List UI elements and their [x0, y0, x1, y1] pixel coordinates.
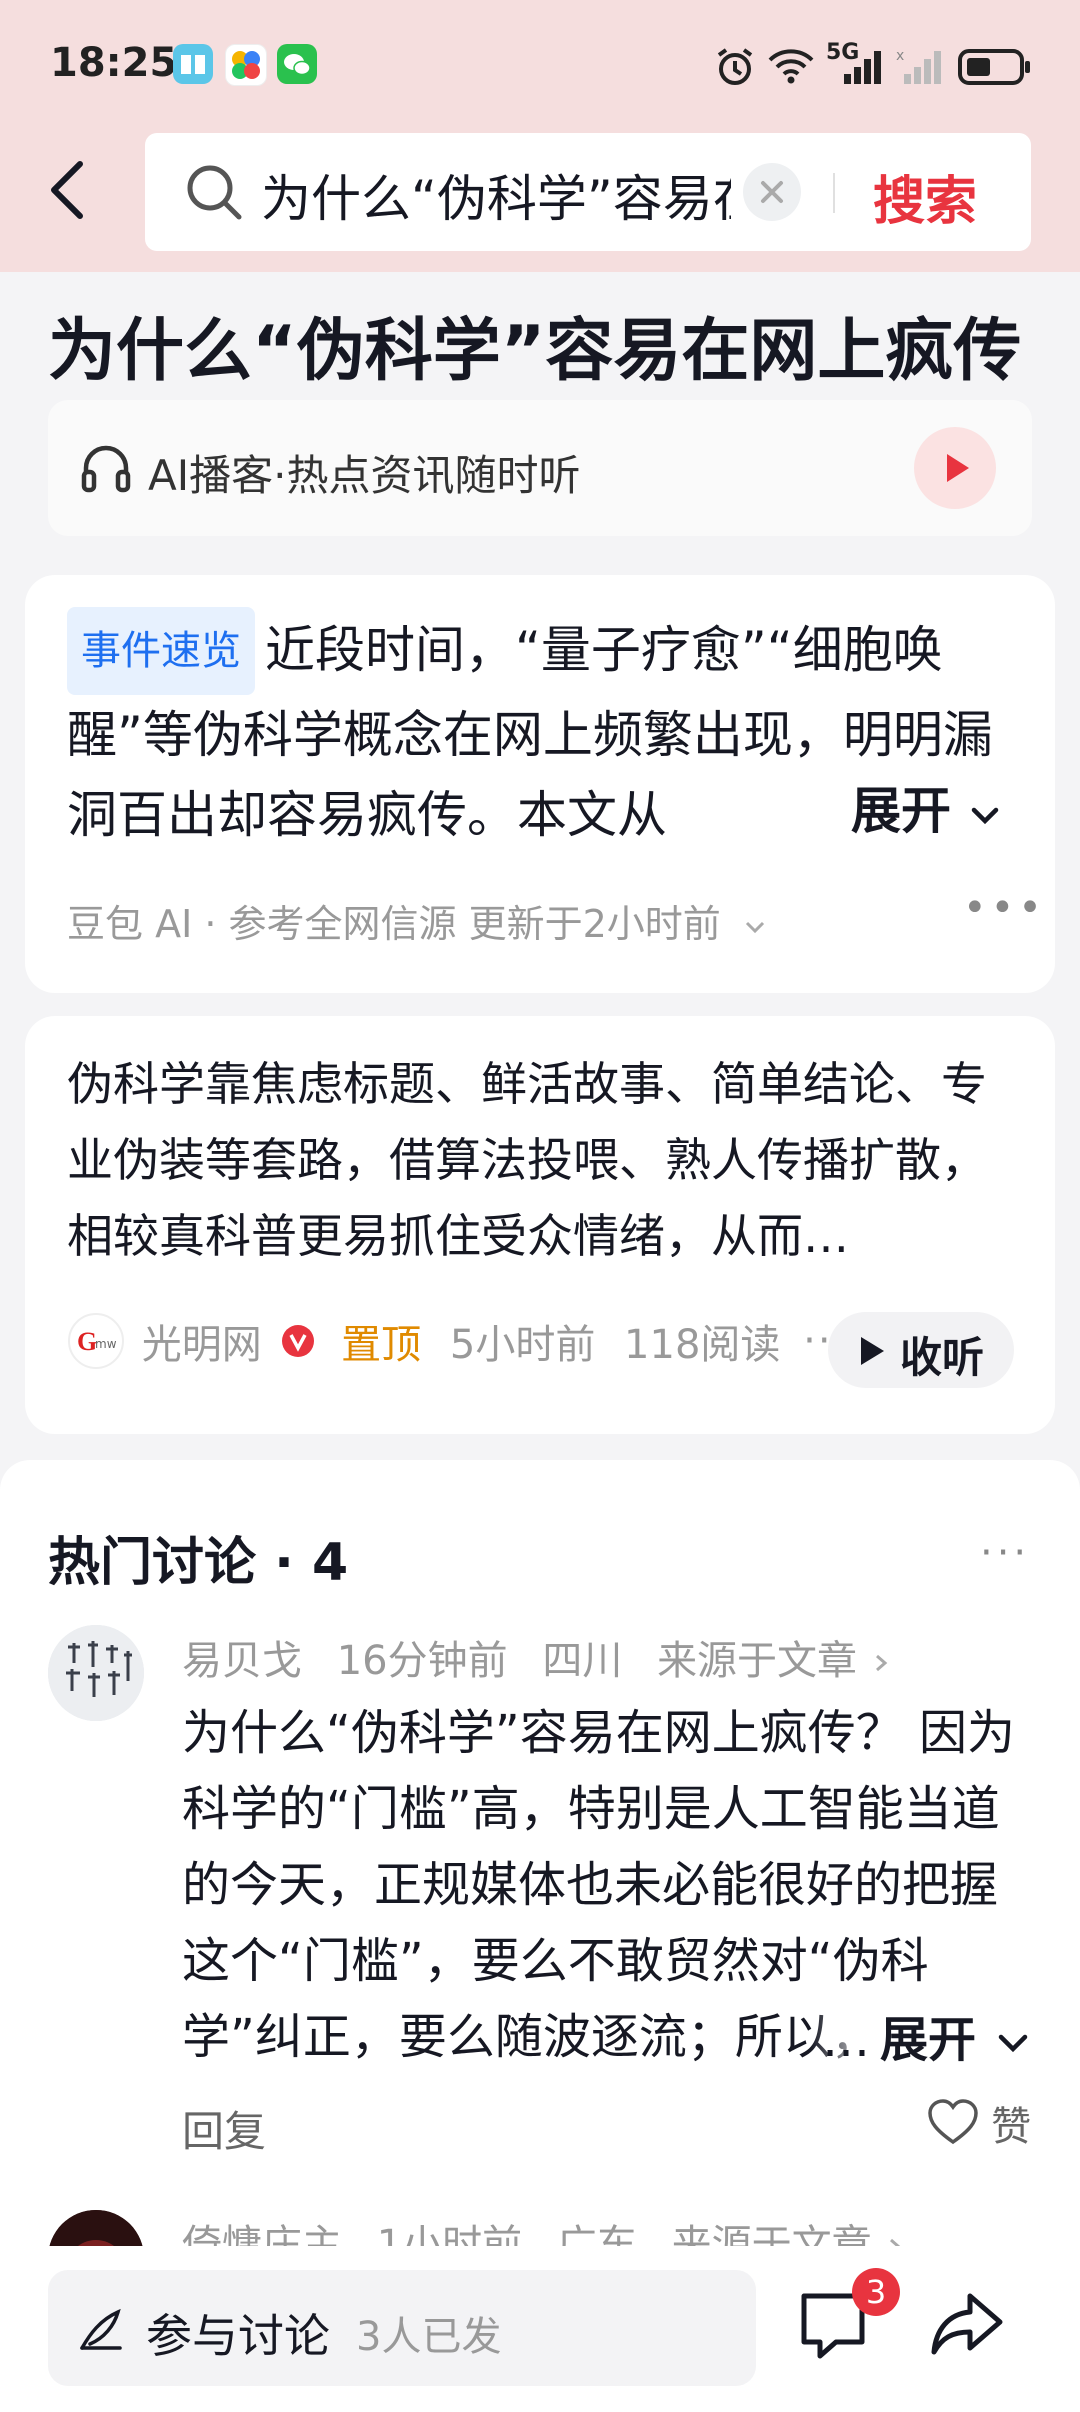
- podcast-label: AI播客·热点资讯随时听: [148, 451, 581, 500]
- reader-app-icon: [173, 44, 213, 84]
- battery-icon: [958, 49, 1030, 85]
- event-tag: 事件速览: [67, 607, 255, 695]
- podcast-play-button[interactable]: [914, 427, 996, 509]
- chevron-down-icon: [745, 921, 764, 933]
- top-header: 18:25 5G x 为什么“伪科学”容易 搜索: [0, 0, 1080, 272]
- headphones-icon: [81, 445, 131, 493]
- pen-icon: [80, 2308, 122, 2350]
- listen-button[interactable]: 收听: [828, 1312, 1014, 1388]
- comment-user[interactable]: 易贝戈: [182, 1638, 302, 1684]
- discussion-title: 热门讨论 · 4: [48, 1533, 349, 1593]
- chevron-right-icon: [875, 1654, 888, 1672]
- article-time: 5小时前: [449, 1322, 596, 1368]
- close-icon: [761, 181, 783, 203]
- wechat-icon: [277, 44, 317, 84]
- comment-expand-label: 展开: [880, 2012, 977, 2068]
- discussion-count: 3人已发: [356, 2314, 502, 2360]
- comment-ellipsis: …: [822, 2012, 870, 2068]
- signal-icon: [844, 51, 881, 84]
- reply-button[interactable]: 回复: [182, 2098, 266, 2159]
- comment-location: 四川: [542, 1638, 623, 1684]
- event-expand-label: 展开: [851, 782, 951, 840]
- chevron-down-icon: [972, 807, 999, 824]
- article-summary: 伪科学靠焦虑标题、鲜活故事、简单结论、专业伪装等套路，借算法投喂、熟人传播扩散，…: [67, 1057, 987, 1263]
- search-divider: [833, 173, 835, 213]
- search-icon: [187, 165, 242, 220]
- search-input[interactable]: 为什么“伪科学”容易在网上疯传: [261, 159, 731, 231]
- chevron-down-icon: [998, 2034, 1027, 2053]
- ai-podcast-bar[interactable]: AI播客·热点资讯随时听: [48, 400, 1032, 536]
- event-meta-text: 豆包 AI · 参考全网信源 更新于2小时前: [67, 902, 721, 946]
- back-arrow-icon[interactable]: [40, 150, 100, 230]
- avatar[interactable]: [48, 1625, 144, 1721]
- play-icon: [947, 454, 969, 482]
- search-bar[interactable]: 为什么“伪科学”容易在网上疯传 搜索: [145, 133, 1031, 251]
- status-bar: 18:25 5G x: [0, 0, 1080, 130]
- discussion-input-label: 参与讨论: [146, 2309, 330, 2363]
- calligraphy-avatar-icon: [48, 1625, 144, 1721]
- status-time: 18:25: [50, 40, 178, 86]
- article-source: 光明网: [141, 1322, 262, 1368]
- wifi-icon: [768, 49, 814, 84]
- play-icon: [861, 1337, 884, 1365]
- comment-meta: 易贝戈 16分钟前 四川 来源于文章: [182, 1628, 892, 1686]
- search-button[interactable]: 搜索: [873, 159, 977, 234]
- svg-text:mw: mw: [95, 1337, 117, 1351]
- comment-time: 16分钟前: [336, 1638, 508, 1684]
- discussion-input[interactable]: 参与讨论 3人已发: [48, 2270, 756, 2386]
- signal-weak-icon: x: [896, 48, 941, 84]
- event-meta[interactable]: 豆包 AI · 参考全网信源 更新于2小时前: [67, 893, 769, 948]
- source-logo-icon: G mw: [68, 1313, 124, 1369]
- like-button[interactable]: 赞: [926, 2094, 1031, 2152]
- page-title: 为什么“伪科学”容易在网上疯传: [48, 312, 1022, 391]
- pinwheel-app-icon: [225, 44, 267, 86]
- article-source-row: G mw 光明网 置顶 5小时前 118阅读 ···: [67, 1312, 847, 1372]
- more-options-icon[interactable]: •••: [963, 885, 1046, 931]
- share-icon[interactable]: [928, 2286, 1006, 2364]
- clear-search-button[interactable]: [743, 163, 801, 221]
- article-card[interactable]: 伪科学靠焦虑标题、鲜活故事、简单结论、专业伪装等套路，借算法投喂、熟人传播扩散，…: [25, 1016, 1055, 1434]
- comment-source-link[interactable]: 来源于文章: [657, 1638, 857, 1684]
- comment-count-badge: 3: [852, 2268, 900, 2316]
- verified-badge-icon: [282, 1325, 315, 1357]
- alarm-icon: [717, 48, 753, 85]
- comment-expand-button[interactable]: … 展开: [822, 2000, 1033, 2070]
- discussion-more-icon[interactable]: ···: [980, 1530, 1030, 1576]
- heart-icon: [928, 2099, 978, 2145]
- svg-text:x: x: [896, 48, 904, 64]
- event-expand-button[interactable]: 展开: [851, 771, 1002, 843]
- article-reads: 118阅读: [624, 1322, 781, 1368]
- like-label: 赞: [991, 2104, 1032, 2150]
- listen-label: 收听: [900, 1333, 985, 1382]
- event-summary-card[interactable]: 事件速览 近段时间，“量子疗愈”“细胞唤醒”等伪科学概念在网上频繁出现，明明漏洞百…: [25, 575, 1055, 993]
- pinned-badge: 置顶: [341, 1322, 422, 1368]
- bottom-bar: 参与讨论 3人已发 3: [0, 2246, 1080, 2412]
